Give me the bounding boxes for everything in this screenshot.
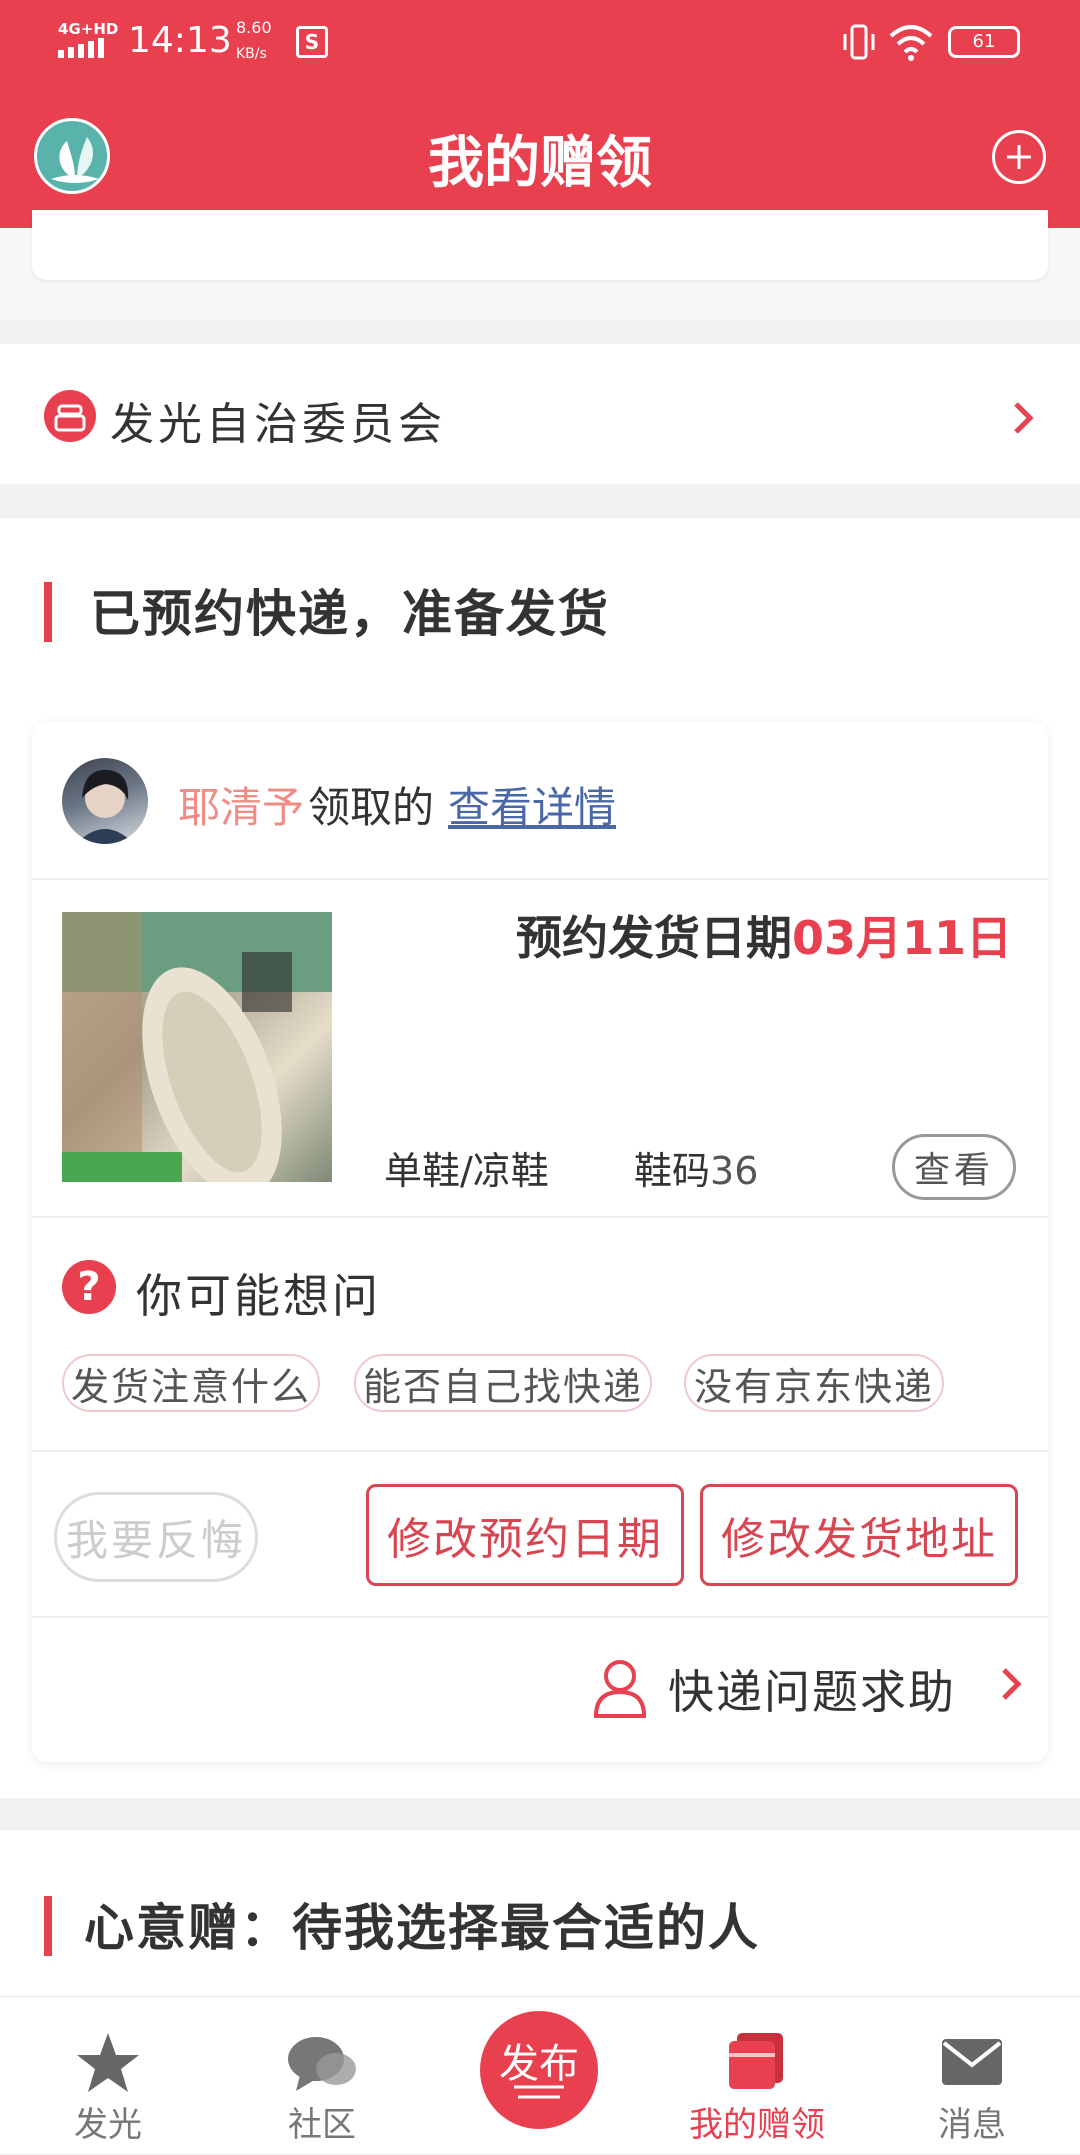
nav-label: 我的赠领 — [689, 2105, 825, 2145]
section-title: 已预约快递，准备发货 — [90, 585, 610, 643]
section-title: 心意赠：待我选择最合适的人 — [84, 1899, 760, 1957]
app-bar: 我的赠领 — [0, 82, 1080, 228]
section-heart-gift: 心意赠：待我选择最合适的人 — [0, 1830, 1080, 2000]
product-image[interactable] — [62, 912, 332, 1182]
committee-icon — [44, 390, 96, 442]
question-icon: ? — [62, 1260, 116, 1314]
regret-button[interactable]: 我要反悔 — [54, 1492, 258, 1582]
section-accent-bar — [44, 582, 52, 642]
gift-icon — [727, 2031, 787, 2091]
ship-date-label: 预约发货日期 — [515, 911, 792, 965]
clock: 14:13 — [128, 20, 232, 61]
avatar[interactable] — [62, 758, 148, 844]
nav-item-my-gifts[interactable]: 我的赠领 — [672, 1997, 842, 2155]
page-title: 我的赠领 — [428, 131, 652, 196]
star-icon — [76, 2031, 140, 2095]
person-icon — [592, 1656, 648, 1720]
chevron-right-icon — [1008, 398, 1038, 438]
modify-date-button[interactable]: 修改预约日期 — [366, 1484, 684, 1586]
help-label: 快递问题求助 — [668, 1665, 956, 1719]
vibrate-icon — [842, 22, 876, 62]
modify-address-label: 修改发货地址 — [721, 1514, 997, 1565]
size-value: 36 — [710, 1149, 759, 1193]
nav-label: 发光 — [74, 2105, 142, 2145]
previous-card-bottom — [32, 210, 1048, 280]
battery-level: 61 — [972, 31, 996, 52]
size-label: 鞋码 — [634, 1149, 711, 1193]
help-row[interactable]: 快递问题求助 — [592, 1652, 1032, 1732]
network-type: 4G+HD — [58, 20, 119, 38]
divider — [32, 1450, 1048, 1452]
net-speed-value: 8.60 — [236, 18, 272, 37]
ship-date-value: 03月11日 — [791, 911, 1012, 965]
publish-label: 发布 — [499, 2041, 579, 2087]
product-size: 鞋码36 — [634, 1140, 758, 1195]
nav-item-glow[interactable]: 发光 — [28, 1997, 188, 2155]
faq-chip[interactable]: 没有京东快递 — [684, 1354, 944, 1412]
nav-item-community[interactable]: 社区 — [242, 1997, 402, 2155]
modify-date-label: 修改预约日期 — [387, 1514, 663, 1565]
publish-button[interactable]: 发布 — [480, 2011, 598, 2129]
modify-address-button[interactable]: 修改发货地址 — [700, 1484, 1018, 1586]
view-details-link[interactable]: 查看详情 — [448, 774, 616, 835]
publish-icon — [514, 2083, 564, 2103]
bottom-nav: 发光 社区 发布 我的赠领 消息 — [0, 1996, 1080, 2154]
nav-label: 社区 — [288, 2105, 356, 2145]
faq-chip[interactable]: 发货注意什么 — [62, 1354, 320, 1412]
divider — [32, 1216, 1048, 1218]
nav-item-messages[interactable]: 消息 — [892, 1997, 1052, 2155]
view-button-label: 查看 — [913, 1150, 994, 1191]
faq-chip[interactable]: 能否自己找快递 — [354, 1354, 652, 1412]
claimed-text: 领取的 — [308, 783, 435, 832]
divider — [32, 1616, 1048, 1618]
user-name[interactable]: 耶清予 — [178, 774, 304, 835]
screenshot-icon: S — [296, 26, 328, 58]
faq-chip-label: 没有京东快递 — [693, 1364, 934, 1409]
wifi-icon — [888, 22, 934, 62]
faq-chip-label: 能否自己找快递 — [362, 1364, 643, 1409]
view-button[interactable]: 查看 — [892, 1134, 1016, 1200]
divider — [32, 878, 1048, 880]
committee-label: 发光自治委员会 — [110, 399, 446, 450]
regret-button-label: 我要反悔 — [65, 1515, 246, 1565]
status-bar: 4G+HD 14:13 8.60 KB/s S 61 — [0, 0, 1080, 82]
net-speed-unit: KB/s — [236, 46, 267, 62]
order-card: 耶清予 领取的 查看详情 预约发货日期03月11日 单鞋/凉鞋 鞋码36 查看 … — [32, 722, 1048, 1762]
mail-icon — [940, 2035, 1004, 2089]
nav-label: 消息 — [938, 2105, 1006, 2145]
plus-icon — [1007, 145, 1031, 169]
committee-row[interactable]: 发光自治委员会 — [0, 344, 1080, 484]
faq-chip-label: 发货注意什么 — [70, 1364, 311, 1409]
add-button[interactable] — [992, 130, 1046, 184]
ship-date: 预约发货日期03月11日 — [516, 902, 1012, 968]
battery-icon: 61 — [948, 26, 1020, 58]
section-accent-bar — [44, 1896, 52, 1956]
chevron-right-icon — [998, 1664, 1024, 1704]
product-category: 单鞋/凉鞋 — [384, 1149, 549, 1193]
chat-icon — [286, 2031, 358, 2095]
faq-title: 你可能想问 — [136, 1269, 381, 1323]
signal-icon — [58, 38, 108, 58]
